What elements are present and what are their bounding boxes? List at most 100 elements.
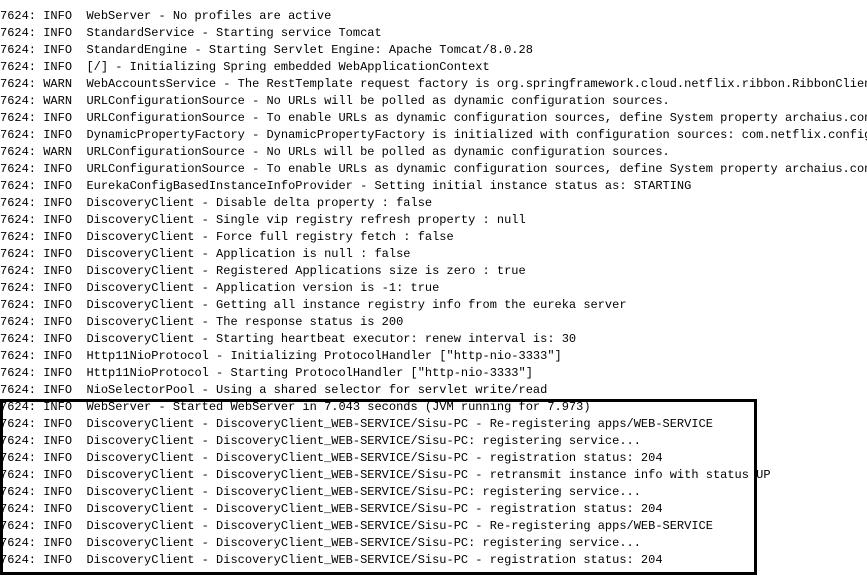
log-pid: 7624: <box>0 417 37 431</box>
log-line: 7624: INFO NioSelectorPool - Using a sha… <box>0 382 867 399</box>
log-level: INFO <box>43 502 73 516</box>
log-message: DiscoveryClient - Application version is… <box>86 281 440 295</box>
log-line: 7624: INFO WebServer - No profiles are a… <box>0 8 867 25</box>
log-message: DiscoveryClient - DiscoveryClient_WEB-SE… <box>86 485 641 499</box>
log-message: DiscoveryClient - DiscoveryClient_WEB-SE… <box>86 553 663 567</box>
log-pid: 7624: <box>0 9 37 23</box>
log-line: 7624: WARN WebAccountsService - The Rest… <box>0 76 867 93</box>
log-level: INFO <box>43 264 73 278</box>
log-line: 7624: INFO DiscoveryClient - DiscoveryCl… <box>0 501 867 518</box>
log-message: URLConfigurationSource - No URLs will be… <box>86 94 670 108</box>
log-level: WARN <box>43 77 73 91</box>
log-level: INFO <box>43 60 73 74</box>
log-level: INFO <box>43 400 73 414</box>
log-message: StandardEngine - Starting Servlet Engine… <box>86 43 533 57</box>
log-pid: 7624: <box>0 196 37 210</box>
log-pid: 7624: <box>0 468 37 482</box>
log-pid: 7624: <box>0 485 37 499</box>
log-line: 7624: WARN URLConfigurationSource - No U… <box>0 93 867 110</box>
log-level: INFO <box>43 332 73 346</box>
log-line: 7624: INFO EurekaConfigBasedInstanceInfo… <box>0 178 867 195</box>
log-message: DiscoveryClient - DiscoveryClient_WEB-SE… <box>86 434 641 448</box>
log-level: INFO <box>43 553 73 567</box>
log-level: INFO <box>43 315 73 329</box>
log-pid: 7624: <box>0 145 37 159</box>
log-pid: 7624: <box>0 77 37 91</box>
log-level: INFO <box>43 213 73 227</box>
log-message: DiscoveryClient - Getting all instance r… <box>86 298 627 312</box>
log-message: DiscoveryClient - DiscoveryClient_WEB-SE… <box>86 468 771 482</box>
log-message: WebServer - Started WebServer in 7.043 s… <box>86 400 591 414</box>
log-message: DynamicPropertyFactory - DynamicProperty… <box>86 128 867 142</box>
log-pid: 7624: <box>0 213 37 227</box>
log-message: DiscoveryClient - DiscoveryClient_WEB-SE… <box>86 502 663 516</box>
log-pid: 7624: <box>0 162 37 176</box>
log-line: 7624: INFO WebServer - Started WebServer… <box>0 399 867 416</box>
log-message: [/] - Initializing Spring embedded WebAp… <box>86 60 490 74</box>
log-level: INFO <box>43 417 73 431</box>
log-message: WebServer - No profiles are active <box>86 9 332 23</box>
log-line: 7624: INFO DiscoveryClient - Single vip … <box>0 212 867 229</box>
log-pid: 7624: <box>0 264 37 278</box>
log-level: INFO <box>43 111 73 125</box>
log-pid: 7624: <box>0 400 37 414</box>
log-level: INFO <box>43 451 73 465</box>
log-message: Http11NioProtocol - Starting ProtocolHan… <box>86 366 533 380</box>
log-message: DiscoveryClient - DiscoveryClient_WEB-SE… <box>86 519 713 533</box>
log-line: 7624: INFO DiscoveryClient - Registered … <box>0 263 867 280</box>
log-level: INFO <box>43 281 73 295</box>
log-pid: 7624: <box>0 111 37 125</box>
log-line: 7624: INFO DiscoveryClient - DiscoveryCl… <box>0 467 867 484</box>
log-message: DiscoveryClient - Application is null : … <box>86 247 411 261</box>
log-line: 7624: INFO URLConfigurationSource - To e… <box>0 161 867 178</box>
log-pid: 7624: <box>0 434 37 448</box>
log-line: 7624: INFO StandardEngine - Starting Ser… <box>0 42 867 59</box>
log-message: DiscoveryClient - DiscoveryClient_WEB-SE… <box>86 536 641 550</box>
log-level: INFO <box>43 162 73 176</box>
log-pid: 7624: <box>0 536 37 550</box>
log-message: DiscoveryClient - Force full registry fe… <box>86 230 454 244</box>
log-level: WARN <box>43 94 73 108</box>
log-message: DiscoveryClient - Registered Application… <box>86 264 526 278</box>
log-pid: 7624: <box>0 383 37 397</box>
log-level: INFO <box>43 247 73 261</box>
log-pid: 7624: <box>0 247 37 261</box>
log-line: 7624: INFO DiscoveryClient - Application… <box>0 280 867 297</box>
log-level: INFO <box>43 196 73 210</box>
log-line: 7624: INFO DiscoveryClient - DiscoveryCl… <box>0 450 867 467</box>
log-level: INFO <box>43 434 73 448</box>
log-message: DiscoveryClient - Disable delta property… <box>86 196 433 210</box>
log-level: INFO <box>43 26 73 40</box>
log-line: 7624: INFO Http11NioProtocol - Starting … <box>0 365 867 382</box>
log-line: 7624: INFO DiscoveryClient - DiscoveryCl… <box>0 484 867 501</box>
log-pid: 7624: <box>0 349 37 363</box>
log-level: INFO <box>43 519 73 533</box>
log-pid: 7624: <box>0 60 37 74</box>
log-line: 7624: INFO DynamicPropertyFactory - Dyna… <box>0 127 867 144</box>
log-level: INFO <box>43 179 73 193</box>
log-message: Http11NioProtocol - Initializing Protoco… <box>86 349 562 363</box>
log-level: INFO <box>43 366 73 380</box>
log-line: 7624: INFO DiscoveryClient - DiscoveryCl… <box>0 416 867 433</box>
log-line: 7624: INFO DiscoveryClient - Getting all… <box>0 297 867 314</box>
log-line: 7624: INFO DiscoveryClient - Force full … <box>0 229 867 246</box>
log-pid: 7624: <box>0 179 37 193</box>
log-line: 7624: WARN URLConfigurationSource - No U… <box>0 144 867 161</box>
log-level: INFO <box>43 230 73 244</box>
log-pid: 7624: <box>0 553 37 567</box>
log-level: INFO <box>43 383 73 397</box>
console-log-output: 7624: INFO WebServer - No profiles are a… <box>0 8 867 569</box>
log-line: 7624: INFO DiscoveryClient - DiscoveryCl… <box>0 552 867 569</box>
log-pid: 7624: <box>0 94 37 108</box>
log-message: StandardService - Starting service Tomca… <box>86 26 382 40</box>
log-pid: 7624: <box>0 519 37 533</box>
log-message: URLConfigurationSource - To enable URLs … <box>86 162 867 176</box>
log-message: EurekaConfigBasedInstanceInfoProvider - … <box>86 179 692 193</box>
log-pid: 7624: <box>0 366 37 380</box>
log-message: NioSelectorPool - Using a shared selecto… <box>86 383 548 397</box>
log-pid: 7624: <box>0 298 37 312</box>
log-line: 7624: INFO DiscoveryClient - DiscoveryCl… <box>0 433 867 450</box>
log-level: INFO <box>43 468 73 482</box>
log-level: WARN <box>43 145 73 159</box>
log-pid: 7624: <box>0 332 37 346</box>
